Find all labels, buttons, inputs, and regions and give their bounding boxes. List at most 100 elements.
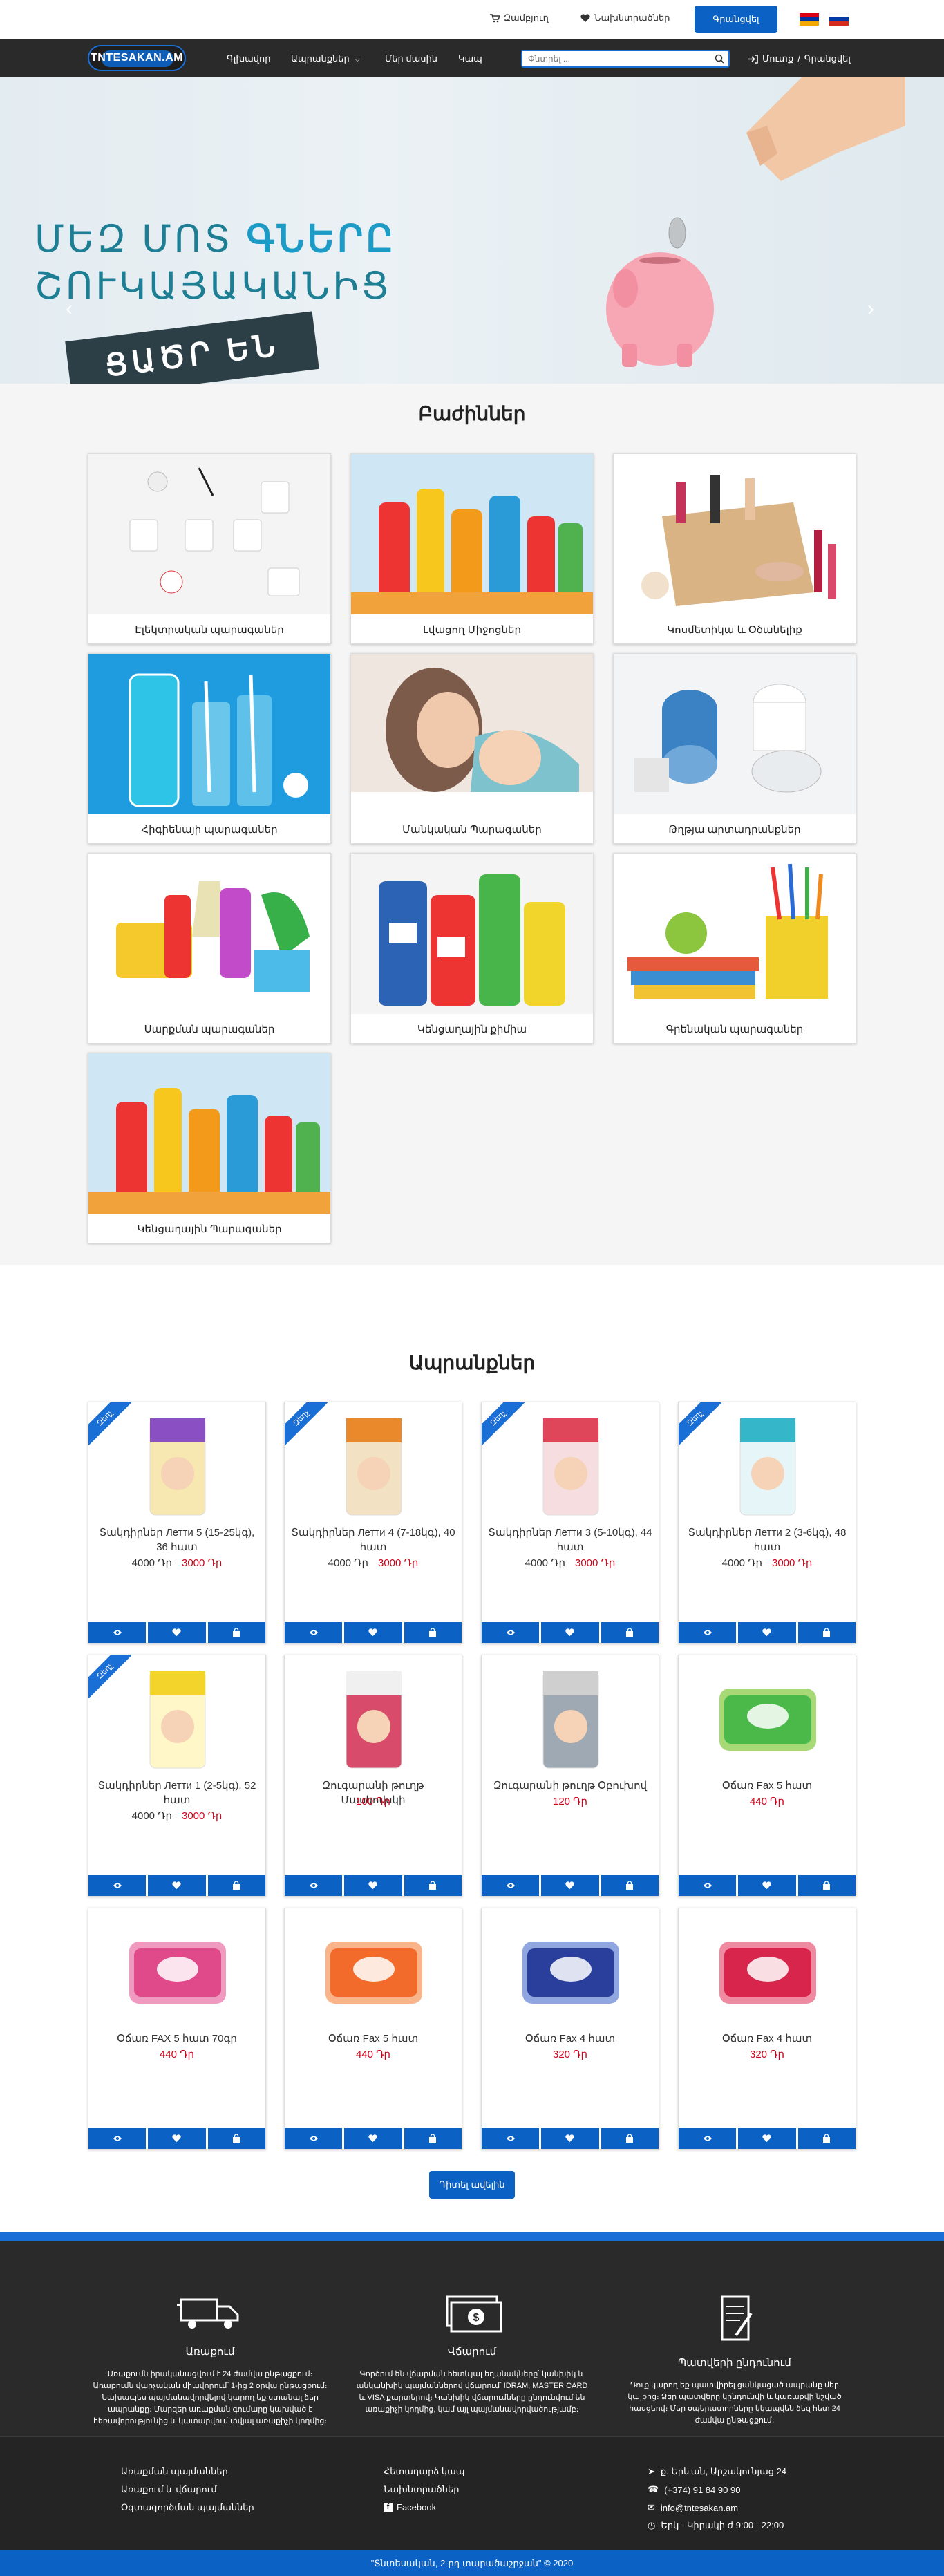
product-name[interactable]: Տակդիրներ Летти 2 (3-6կգ), 48 հատ [683,1525,851,1554]
add-to-favorites-button[interactable] [541,2128,599,2149]
product-name[interactable]: Օճառ FAX 5 հատ 70գր [93,2031,261,2046]
product-name[interactable]: Տակդիրներ Летти 1 (2-5կգ), 52 հատ [93,1778,261,1807]
product-name[interactable]: Զուգարանի թուղթ Օբուխով [486,1778,654,1793]
footer-email[interactable]: ✉ info@tntesakan.am [648,2502,738,2513]
signup-link[interactable]: Գրանցվել [804,53,851,64]
add-to-cart-button[interactable] [207,1622,265,1643]
quick-view-button[interactable] [482,2128,540,2149]
product-card[interactable]: Օճառ Fax 5 հատ 440 Դր [678,1655,856,1897]
category-card[interactable]: Գրենական պարագաներ [613,853,856,1044]
add-to-favorites-button[interactable] [344,1875,402,1896]
hero-next-arrow[interactable]: › [867,297,874,321]
armenian-flag-icon[interactable] [800,13,819,26]
hero-prev-arrow[interactable]: ‹ [66,297,73,321]
product-card[interactable]: Զեղչ Տակդիրներ Летти 5 (15-25կգ), 36 հատ 4… [88,1402,266,1644]
add-to-favorites-button[interactable] [541,1622,599,1643]
product-card[interactable]: Զուգարանի թուղթ Մասկովսկի 100 Դր [284,1655,462,1897]
quick-view-button[interactable] [285,1622,343,1643]
quick-view-button[interactable] [679,2128,737,2149]
add-to-favorites-button[interactable] [344,2128,402,2149]
nav-products[interactable]: Ապրանքներ ⌵ [291,53,360,64]
facebook-link[interactable]: f Facebook [384,2502,436,2512]
category-card[interactable]: Թղթյա արտադրանքներ [613,653,856,844]
add-to-favorites-button[interactable] [738,1622,796,1643]
quick-view-button[interactable] [679,1622,737,1643]
product-card[interactable]: Օճառ Fax 5 հատ 440 Դր [284,1908,462,2150]
quick-view-button[interactable] [482,1875,540,1896]
add-to-cart-button[interactable] [601,1875,659,1896]
product-name[interactable]: Տակդիրներ Летти 5 (15-25կգ), 36 հատ [93,1525,261,1554]
hero-tag: ՑԱԾՐ ԵՆ [65,311,319,384]
add-to-cart-button[interactable] [207,2128,265,2149]
site-logo[interactable]: TNTESAKAN.AM [88,45,186,71]
product-card[interactable]: Օճառ Fax 4 հատ 320 Դր [481,1908,659,2150]
footer-link[interactable]: Առաքում և վճարում [121,2484,217,2495]
add-to-cart-button[interactable] [797,1875,856,1896]
nav-about[interactable]: Մեր մասին [385,53,437,64]
footer-link[interactable]: Հետադարձ կապ [384,2466,464,2477]
add-to-cart-button[interactable] [601,2128,659,2149]
footer-link[interactable]: Առաքման պայմաններ [121,2466,228,2477]
add-to-favorites-button[interactable] [148,2128,206,2149]
product-card[interactable]: Զեղչ Տակդիրներ Летти 2 (3-6կգ), 48 հատ 400… [678,1402,856,1644]
category-card[interactable]: Սարքման պարագաներ [88,853,331,1044]
nav-contact[interactable]: Կապ [458,53,482,64]
search-icon[interactable] [715,54,724,64]
add-to-favorites-button[interactable] [541,1875,599,1896]
product-card[interactable]: Զուգարանի թուղթ Օբուխով 120 Դր [481,1655,659,1897]
cart-link[interactable]: Զամբյուղ [490,12,549,23]
product-card[interactable]: Զեղչ Տակդիրներ Летти 3 (5-10կգ), 44 հատ 40… [481,1402,659,1644]
quick-view-button[interactable] [285,1875,343,1896]
product-price: 4000 Դր 3000 Դր [679,1557,856,1569]
product-name[interactable]: Օճառ Fax 4 հատ [683,2031,851,2046]
add-to-favorites-button[interactable] [738,1875,796,1896]
add-to-cart-button[interactable] [404,1622,462,1643]
category-image [351,454,593,614]
product-card[interactable]: Զեղչ Տակդիրներ Летти 4 (7-18կգ), 40 հատ 40… [284,1402,462,1644]
add-to-cart-button[interactable] [404,1875,462,1896]
product-name[interactable]: Տակդիրներ Летти 3 (5-10կգ), 44 հատ [486,1525,654,1554]
sale-ribbon: Զեղչ [482,1402,525,1445]
product-name[interactable]: Տակդիրներ Летти 4 (7-18կգ), 40 հատ [289,1525,457,1554]
nav-home[interactable]: Գլխավոր [227,53,270,64]
category-card[interactable]: Կոսմետիկա և Օծանելիք [613,453,856,644]
footer-link[interactable]: Նախնտրածներ [384,2484,460,2495]
add-to-favorites-button[interactable] [148,1622,206,1643]
category-card[interactable]: Կենցաղային Պարագաներ [88,1053,331,1243]
quick-view-button[interactable] [88,1875,147,1896]
add-to-favorites-button[interactable] [344,1622,402,1643]
quick-view-button[interactable] [285,2128,343,2149]
footer-link[interactable]: Օգտագործման պայմաններ [121,2502,254,2513]
russian-flag-icon[interactable] [829,13,849,26]
add-to-cart-button[interactable] [404,2128,462,2149]
product-name[interactable]: Օճառ Fax 5 հատ [683,1778,851,1793]
quick-view-button[interactable] [88,2128,147,2149]
quick-view-button[interactable] [482,1622,540,1643]
product-name[interactable]: Օճառ Fax 4 հատ [486,2031,654,2046]
login-link[interactable]: Մուտք [762,53,793,64]
register-button[interactable]: Գրանցվել [695,6,777,33]
category-card[interactable]: Էլեկտրական պարագաներ [88,453,331,644]
category-card[interactable]: Հիգիենայի պարագաներ [88,653,331,844]
quick-view-button[interactable] [679,1875,737,1896]
category-card[interactable]: Կենցաղային քիմիա [350,853,594,1044]
product-card[interactable]: Օճառ Fax 4 հատ 320 Դր [678,1908,856,2150]
product-price: 120 Դր [482,1795,659,1807]
product-card[interactable]: Զեղչ Տակդիրներ Летти 1 (2-5կգ), 52 հատ 400… [88,1655,266,1897]
view-more-button[interactable]: Դիտել ավելին [429,2171,515,2199]
product-card[interactable]: Օճառ FAX 5 հատ 70գր 440 Դր [88,1908,266,2150]
quick-view-button[interactable] [88,1622,147,1643]
add-to-cart-button[interactable] [797,2128,856,2149]
add-to-cart-button[interactable] [797,1622,856,1643]
add-to-cart-button[interactable] [601,1622,659,1643]
cart-icon [490,13,500,22]
category-card[interactable]: Լվացող Միջոցներ [350,453,594,644]
footer-phone[interactable]: ☎ (+374) 91 84 90 90 [648,2484,740,2495]
search-input[interactable] [522,51,709,66]
favorites-link[interactable]: Նախնտրածներ [580,12,670,23]
add-to-cart-button[interactable] [207,1875,265,1896]
add-to-favorites-button[interactable] [148,1875,206,1896]
product-name[interactable]: Օճառ Fax 5 հատ [289,2031,457,2046]
category-card[interactable]: Մանկական Պարագաներ [350,653,594,844]
add-to-favorites-button[interactable] [738,2128,796,2149]
